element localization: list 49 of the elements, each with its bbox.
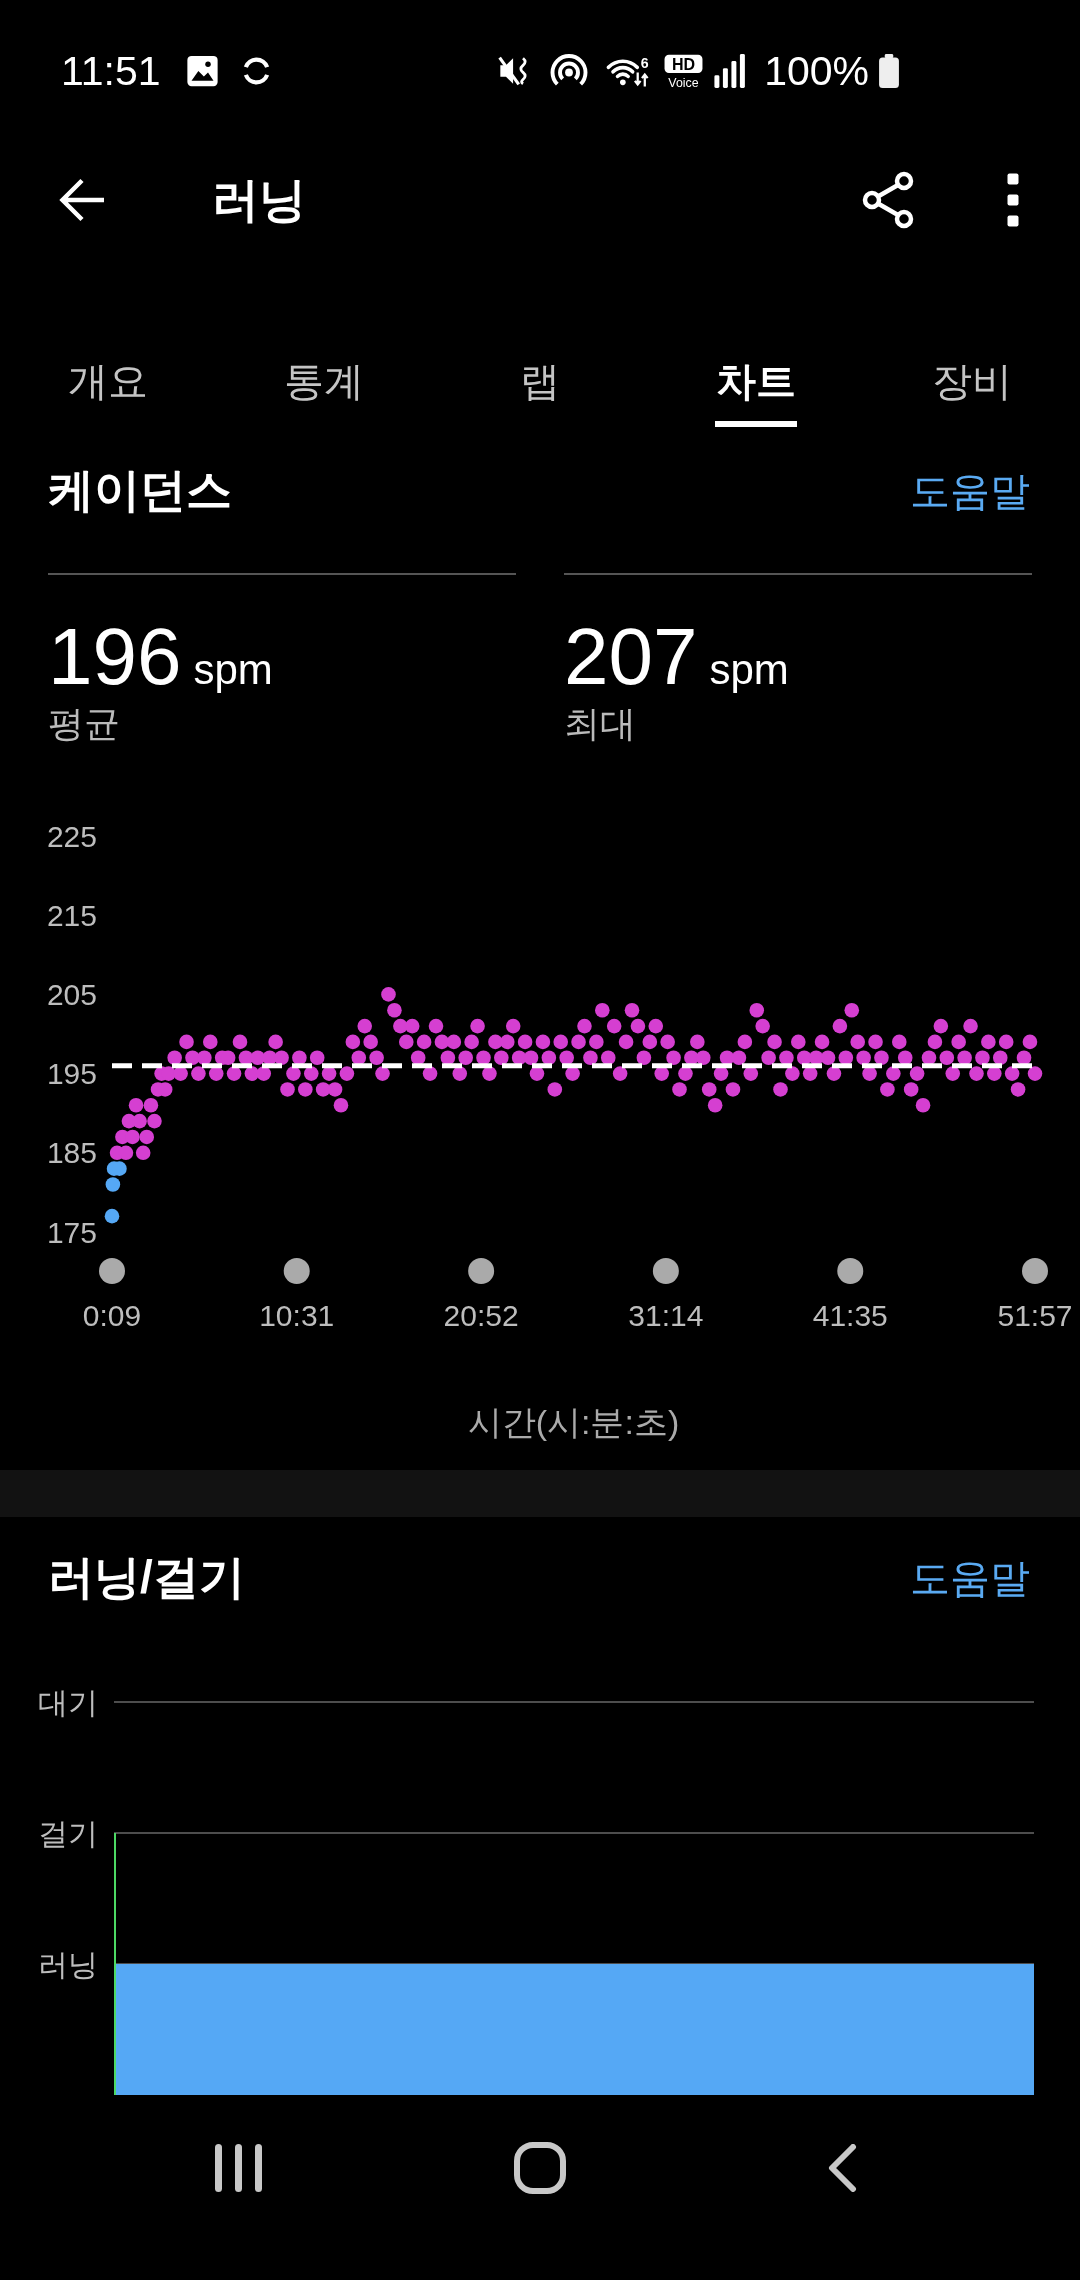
tab[interactable]: 장비: [864, 258, 1080, 430]
battery-icon: [877, 54, 901, 88]
page-title: 러닝: [212, 171, 306, 228]
stat-unit: spm: [709, 647, 789, 694]
x-axis-label: 0:09: [82, 1298, 142, 1332]
y-axis-label: 215: [46, 898, 97, 932]
y-axis-label: 225: [46, 819, 97, 853]
share-icon[interactable]: [862, 171, 914, 229]
status-time: 11:51: [61, 50, 161, 92]
tab[interactable]: 랩: [432, 258, 648, 430]
x-axis-label: 51:57: [997, 1298, 1073, 1332]
tab[interactable]: 통계: [216, 258, 432, 430]
back-arrow-icon[interactable]: [59, 178, 105, 222]
stat-value: 207: [564, 612, 698, 702]
tab[interactable]: 개요: [0, 258, 216, 430]
stat-label: 평균: [48, 702, 121, 746]
tab[interactable]: 차트: [648, 258, 864, 430]
tick-dot-icon: [652, 1258, 679, 1284]
home-icon[interactable]: [514, 2142, 566, 2194]
y-axis-label: 205: [46, 977, 97, 1011]
x-axis-label: 31:14: [628, 1298, 704, 1332]
y-axis-label: 걸기: [38, 1816, 98, 1850]
x-axis-title: 시간(시:분:초): [467, 1403, 680, 1441]
help-link[interactable]: 도움말: [910, 1554, 1030, 1602]
stat-unit: spm: [193, 647, 273, 694]
x-axis-label: 41:35: [812, 1298, 888, 1332]
recent-apps-icon[interactable]: [214, 2144, 262, 2192]
y-axis-label: 195: [46, 1057, 97, 1091]
tick-dot-icon: [468, 1258, 495, 1284]
signal-icon: [714, 54, 747, 88]
tick-dot-icon: [1022, 1258, 1048, 1284]
image-icon: [185, 54, 219, 88]
tick-dot-icon: [283, 1258, 310, 1284]
section-title: 러닝/걸기: [48, 1550, 245, 1606]
help-link[interactable]: 도움말: [910, 467, 1030, 515]
back-icon[interactable]: [827, 2144, 857, 2192]
section-title: 케이던스: [48, 463, 232, 519]
y-axis-label: 러닝: [38, 1947, 98, 1981]
x-axis-label: 10:31: [259, 1298, 335, 1332]
y-axis-label: 175: [46, 1215, 97, 1249]
y-axis-label: 185: [46, 1136, 97, 1170]
stat-label: 최대: [564, 702, 637, 746]
stat-value: 196: [48, 612, 182, 702]
x-axis-label: 20:52: [443, 1298, 519, 1332]
tick-dot-icon: [99, 1258, 125, 1284]
battery-percent: 100%: [764, 50, 869, 92]
tick-dot-icon: [837, 1258, 864, 1284]
more-options-icon[interactable]: [1007, 173, 1019, 227]
y-axis-label: 대기: [38, 1685, 98, 1719]
